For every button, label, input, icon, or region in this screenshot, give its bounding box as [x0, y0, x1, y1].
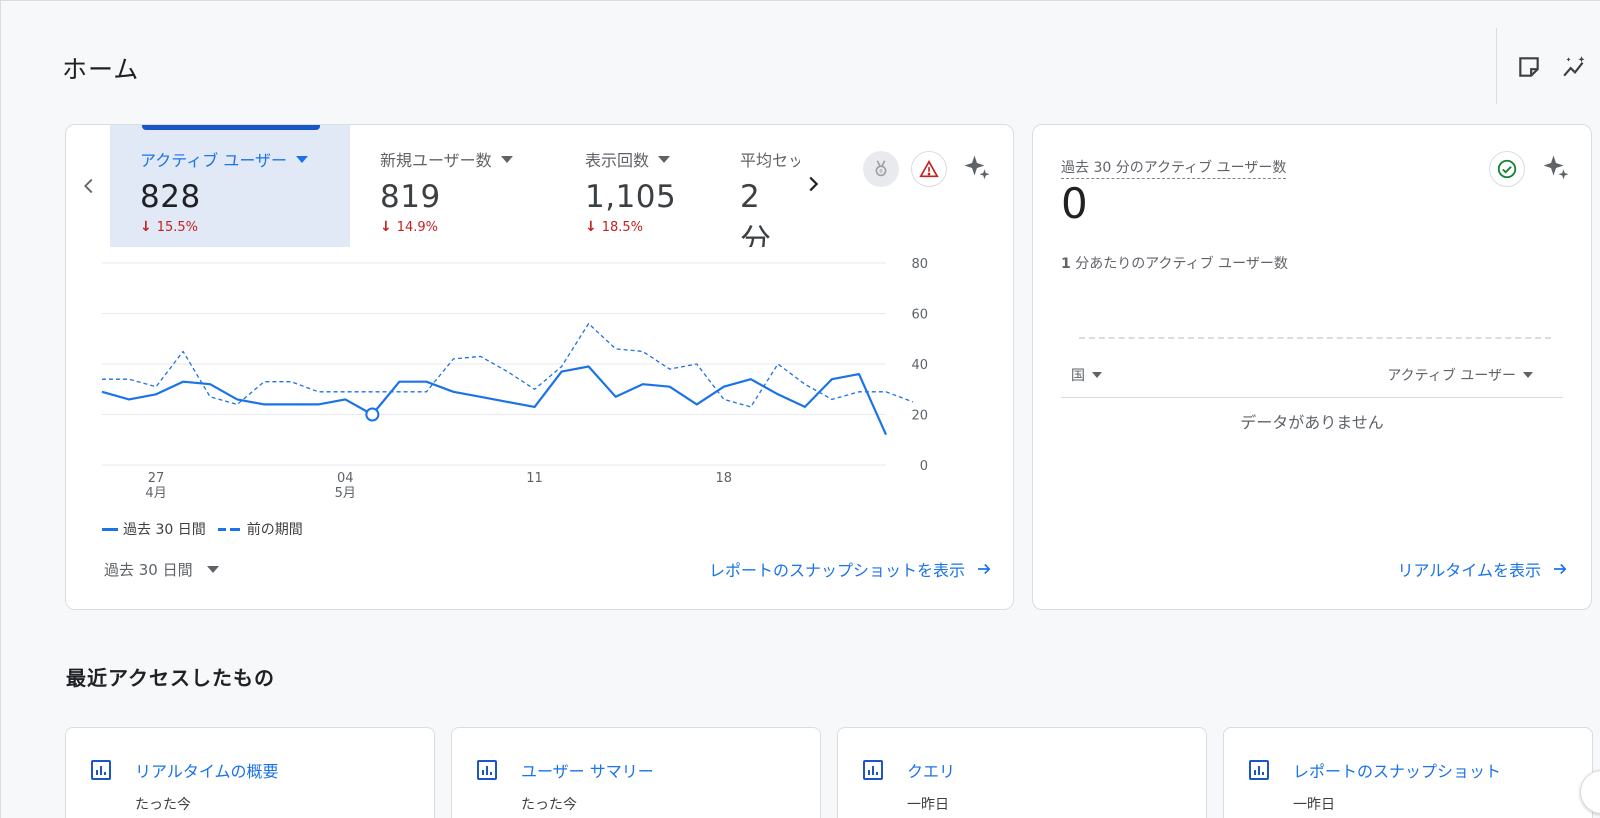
- highlighted-point[interactable]: [365, 407, 380, 422]
- arrow-right-icon: [1554, 563, 1567, 575]
- sparkle-icon[interactable]: [1541, 153, 1571, 183]
- recent-card-user-summary[interactable]: ユーザー サマリー たった今: [451, 727, 821, 818]
- caret-down-icon: [1523, 372, 1533, 378]
- recent-card-time: たった今: [521, 797, 577, 813]
- x-tick-label: 18: [716, 471, 733, 486]
- arrow-right-icon: [978, 563, 991, 575]
- x-tick-label: 27: [148, 471, 165, 486]
- bar-chart-icon: [91, 760, 111, 780]
- legend-current-label: 過去 30 日間: [123, 522, 206, 538]
- y-tick-label: 40: [911, 358, 928, 373]
- y-tick-label: 80: [911, 257, 928, 272]
- legend-previous-label: 前の期間: [246, 522, 303, 538]
- check-circle-icon[interactable]: [1489, 151, 1525, 187]
- y-tick-label: 20: [911, 409, 928, 424]
- x-tick-month-label: 4月: [145, 486, 166, 501]
- country-column-header[interactable]: 国: [1071, 365, 1102, 385]
- recent-card-title: レポートのスナップショット: [1293, 762, 1502, 781]
- caret-down-icon: [206, 566, 219, 573]
- realtime-title[interactable]: 過去 30 分のアクティブ ユーザー数: [1061, 157, 1287, 179]
- recent-card-report-snapshot[interactable]: レポートのスナップショット 一昨日: [1223, 727, 1593, 818]
- y-tick-label: 60: [911, 308, 928, 323]
- bar-chart-icon: [863, 760, 883, 780]
- legend-solid-swatch: [102, 527, 118, 531]
- recent-card-time: 一昨日: [907, 797, 949, 813]
- left-border: [0, 0, 1, 818]
- header-divider: [1496, 28, 1497, 104]
- recent-card-query[interactable]: クエリ 一昨日: [837, 727, 1207, 818]
- realtime-link[interactable]: リアルタイムを表示: [1397, 557, 1569, 581]
- bar-chart-icon: [1249, 760, 1269, 780]
- realtime-subtitle: 1 分あたりのアクティブ ユーザー数: [1061, 256, 1288, 272]
- metrics-card: アクティブ ユーザー 828 ↓ 15.5% 新規ユーザー数 819 ↓ 14.9%…: [65, 124, 1014, 610]
- no-data-message: データがありません: [1240, 413, 1384, 432]
- realtime-value: 0: [1061, 179, 1088, 228]
- bar-chart-icon: [477, 760, 497, 780]
- recent-card-title: クエリ: [907, 762, 956, 781]
- caret-down-icon: [1092, 372, 1102, 378]
- active-users-column-header[interactable]: アクティブ ユーザー: [1387, 365, 1533, 385]
- recent-card-time: たった今: [135, 797, 191, 813]
- x-tick-label: 11: [526, 471, 543, 486]
- recent-section-title: 最近アクセスしたもの: [66, 666, 275, 690]
- x-tick-month-label: 5月: [335, 486, 356, 501]
- snapshot-link[interactable]: レポートのスナップショットを表示: [709, 557, 993, 581]
- page-title: ホーム: [62, 55, 140, 84]
- series-line-previous: [102, 322, 914, 408]
- period-dropdown[interactable]: 過去 30 日間: [104, 559, 219, 580]
- top-border: [0, 0, 1600, 1]
- series-line-current: [101, 365, 888, 436]
- recent-card-time: 一昨日: [1293, 797, 1335, 813]
- recent-card-title: ユーザー サマリー: [521, 762, 654, 781]
- recent-card-title: リアルタイムの概要: [135, 762, 279, 781]
- realtime-sparkline-empty: [1079, 337, 1551, 339]
- recent-card-realtime-overview[interactable]: リアルタイムの概要 たった今: [65, 727, 435, 818]
- legend-dashed-swatch: [217, 527, 240, 531]
- line-chart: 80 60 40 20 0 274月 045月 11 18: [101, 257, 928, 501]
- y-tick-label: 0: [920, 459, 928, 474]
- chart-legend: 過去 30 日間 前の期間: [102, 519, 303, 539]
- table-header-divider: [1061, 397, 1563, 398]
- note-icon[interactable]: [1514, 52, 1544, 82]
- realtime-card: 過去 30 分のアクティブ ユーザー数 0 1 分あたりのアクティブ ユーザー数…: [1032, 124, 1592, 610]
- insights-icon[interactable]: [1560, 52, 1590, 82]
- x-tick-label: 04: [337, 471, 354, 486]
